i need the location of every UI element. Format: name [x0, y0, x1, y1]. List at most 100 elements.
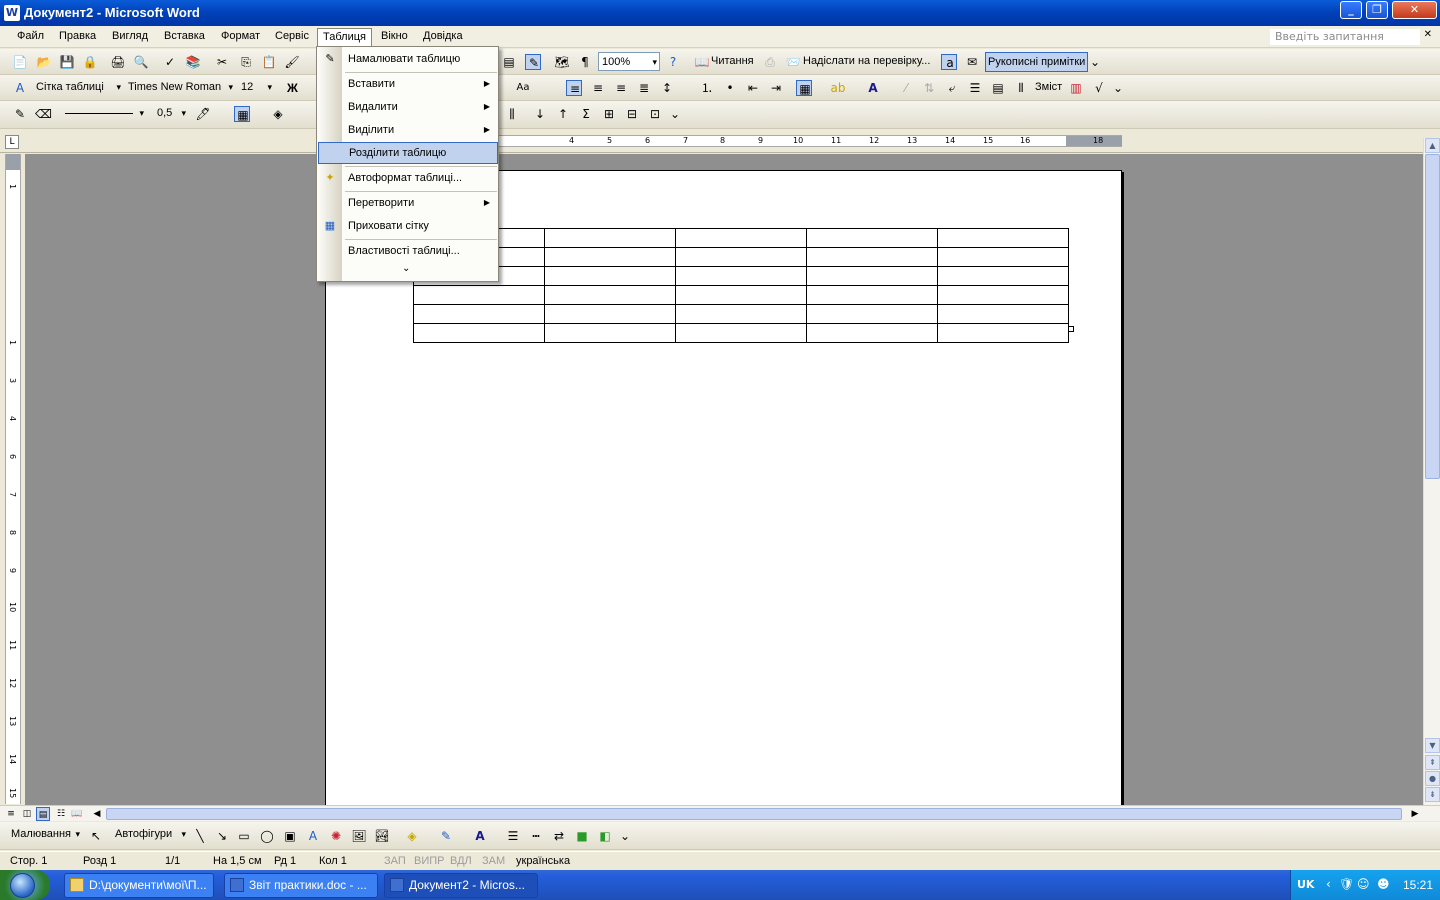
menu-table[interactable]: Таблиця	[317, 28, 372, 47]
permission-icon[interactable]: 🔒	[82, 54, 98, 70]
select-objects-icon[interactable]: ↖	[88, 828, 104, 844]
menu-select-submenu[interactable]: Виділити ▶	[318, 119, 498, 141]
columns-icon[interactable]: ▤	[501, 54, 517, 70]
drawing-menu[interactable]: Малювання	[8, 825, 82, 844]
arrow-icon[interactable]: ↘	[214, 828, 230, 844]
toolbar-options-icon-4[interactable]: ⌄	[620, 828, 630, 844]
shadow-icon[interactable]: ■	[574, 828, 590, 844]
research-icon[interactable]: 📚	[185, 54, 201, 70]
oval-icon[interactable]: ◯	[259, 828, 275, 844]
justify-icon[interactable]: ≣	[636, 80, 652, 96]
text-box-icon[interactable]: ▣	[282, 828, 298, 844]
status-trk[interactable]: ВИПР	[414, 855, 445, 867]
status-rec[interactable]: ЗАП	[384, 855, 406, 867]
menu-draw-table[interactable]: ✎ Намалювати таблицю	[318, 48, 498, 70]
line-spacing-icon[interactable]: ↕	[659, 80, 675, 96]
ink-comments-button[interactable]: Рукописні примітки	[985, 52, 1089, 72]
toc-button[interactable]: Зміст	[1035, 81, 1062, 93]
bullets-icon[interactable]: •	[722, 80, 738, 96]
status-ext[interactable]: ВДЛ	[450, 855, 472, 867]
outside-border-icon[interactable]: ▦	[234, 106, 250, 122]
align-left-icon[interactable]: ≡	[566, 80, 582, 96]
start-button[interactable]	[0, 870, 50, 900]
vertical-scroll-thumb[interactable]	[1425, 154, 1440, 479]
print-layout-icon[interactable]: ▤	[36, 807, 50, 821]
table-cell[interactable]	[544, 323, 676, 343]
toolbar-options-icon-3[interactable]: ⌄	[670, 106, 680, 122]
distribute-icon[interactable]: ☰	[967, 80, 983, 96]
close-button[interactable]: ✕	[1392, 1, 1437, 19]
document-map-icon[interactable]: 🗺	[554, 54, 570, 70]
next-page-icon[interactable]: ⇟	[1425, 787, 1440, 802]
line-icon[interactable]: ╲	[192, 828, 208, 844]
task-report-doc[interactable]: Звіт практики.doc - ...	[224, 873, 378, 898]
fill-color-icon[interactable]: ◈	[404, 828, 420, 844]
table-cell[interactable]	[937, 247, 1069, 267]
send-review-icon[interactable]: 📨	[785, 54, 801, 70]
menu-file[interactable]: Файл	[12, 30, 49, 42]
table-resize-handle[interactable]	[1068, 326, 1074, 332]
split-cells-icon[interactable]: ⊟	[624, 106, 640, 122]
table-cell[interactable]	[544, 247, 676, 267]
minimize-button[interactable]: _	[1340, 1, 1362, 19]
table-cell[interactable]	[675, 228, 807, 248]
messenger-icon[interactable]: ☺	[1357, 877, 1370, 891]
table-cell[interactable]	[806, 323, 938, 343]
align-cell-icon[interactable]: ⊡	[647, 106, 663, 122]
save-icon[interactable]: 💾	[59, 54, 75, 70]
borders-icon[interactable]: ▦	[796, 80, 812, 96]
help-icon[interactable]: ?	[665, 54, 681, 70]
menu-delete-submenu[interactable]: Видалити ▶	[318, 96, 498, 118]
table-cell[interactable]	[413, 285, 545, 305]
table-cell[interactable]	[675, 323, 807, 343]
increase-indent-icon[interactable]: ⇥	[768, 80, 784, 96]
print-preview-icon[interactable]: 🔍	[133, 54, 149, 70]
font-size-select[interactable]: 12	[238, 78, 274, 97]
table-cell[interactable]	[544, 266, 676, 286]
dash-style-icon[interactable]: ┅	[528, 828, 544, 844]
merge-cells-icon[interactable]: ⊞	[601, 106, 617, 122]
table-cell[interactable]	[413, 323, 545, 343]
menu-view[interactable]: Вигляд	[107, 30, 153, 42]
toolbar-options-icon-2[interactable]: ⌄	[1113, 80, 1123, 96]
table-cell[interactable]	[675, 304, 807, 324]
bold-button[interactable]: Ж	[287, 81, 298, 95]
align-center-icon[interactable]: ≡	[590, 80, 606, 96]
menu-window[interactable]: Вікно	[376, 30, 413, 42]
table-cell[interactable]	[937, 266, 1069, 286]
eraser-icon[interactable]: ⌫	[35, 106, 52, 122]
distribute-columns-icon[interactable]: ⫼	[504, 106, 520, 122]
border-color-icon[interactable]: 🖊	[195, 106, 211, 122]
ask-question-input[interactable]: Введіть запитання	[1270, 29, 1420, 45]
picture-icon[interactable]: 🏞	[374, 828, 390, 844]
scroll-down-icon[interactable]: ▼	[1425, 738, 1440, 753]
menu-table-properties[interactable]: Властивості таблиці...	[318, 240, 498, 262]
menu-convert-submenu[interactable]: Перетворити ▶	[318, 192, 498, 214]
tab-selector[interactable]: L	[5, 135, 19, 149]
sort-descending-icon[interactable]: ↑	[555, 106, 571, 122]
maximize-button[interactable]: ❐	[1366, 1, 1388, 19]
menu-hide-gridlines[interactable]: ▦ Приховати сітку	[318, 215, 498, 237]
read-icon[interactable]: 📖	[694, 54, 710, 70]
clock[interactable]: 15:21	[1403, 878, 1433, 892]
table-cell[interactable]	[675, 266, 807, 286]
clipart-icon[interactable]: 🖼	[351, 828, 367, 844]
table-cell[interactable]	[937, 304, 1069, 324]
line-weight-select[interactable]: 0,5	[154, 104, 188, 123]
line-style-select[interactable]	[62, 104, 146, 123]
table-cell[interactable]	[937, 228, 1069, 248]
wrap-icon[interactable]: ⤶	[944, 80, 960, 96]
decrease-indent-icon[interactable]: ⇤	[745, 80, 761, 96]
menu-table-autoformat[interactable]: ✦ Автоформат таблиці...	[318, 167, 498, 189]
line-style-icon[interactable]: ☰	[505, 828, 521, 844]
new-document-icon[interactable]: 📄	[12, 54, 28, 70]
show-hide-icon[interactable]: ¶	[577, 54, 593, 70]
numbering-icon[interactable]: ⒈	[699, 80, 715, 96]
rectangle-icon[interactable]: ▭	[236, 828, 252, 844]
menu-tools[interactable]: Сервіс	[270, 30, 314, 42]
change-case-icon[interactable]: Aa	[515, 80, 531, 96]
security-alert-icon[interactable]: 🛡	[1339, 877, 1354, 891]
task-explorer[interactable]: D:\документи\мої\П...	[64, 873, 214, 898]
sort-columns-icon[interactable]: ⫴	[1013, 80, 1029, 96]
format-painter-icon[interactable]: 🖌	[284, 54, 300, 70]
